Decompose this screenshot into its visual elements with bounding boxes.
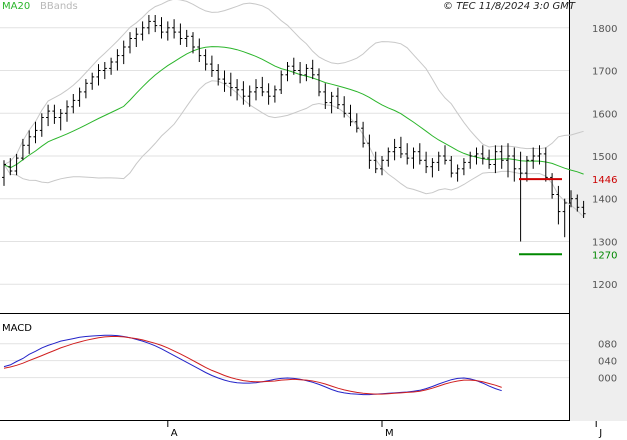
x-tick-label: A xyxy=(171,428,178,439)
ma-legend-label: MA20 xyxy=(2,1,30,12)
bbands-legend-label: BBands xyxy=(40,1,78,12)
price-tick-label: 1800 xyxy=(592,24,617,35)
macd-tick-label: 080 xyxy=(598,340,617,351)
x-tick-label: M xyxy=(385,428,394,439)
price-tick-label: 1200 xyxy=(592,280,617,291)
macd-title: MACD xyxy=(2,323,32,334)
level-label-1446: 1446 xyxy=(592,175,617,186)
x-tick-label: J xyxy=(598,428,602,439)
price-tick-label: 1400 xyxy=(592,195,617,206)
copyright-label: © TEC 11/8/2024 3:0 GMT xyxy=(443,1,576,12)
price-tick-label: 1700 xyxy=(592,67,617,78)
price-tick-label: 1500 xyxy=(592,152,617,163)
macd-tick-label: 000 xyxy=(598,374,617,385)
price-tick-label: 1600 xyxy=(592,109,617,120)
price-tick-label: 1300 xyxy=(592,238,617,249)
macd-tick-label: 040 xyxy=(598,357,617,368)
x-axis-strip xyxy=(0,421,627,440)
stock-chart: 1446 1270 1200 1300 1400 1500 1600 1700 1800 000… xyxy=(0,0,627,440)
chart-background xyxy=(0,0,627,440)
level-label-1270: 1270 xyxy=(592,250,617,261)
